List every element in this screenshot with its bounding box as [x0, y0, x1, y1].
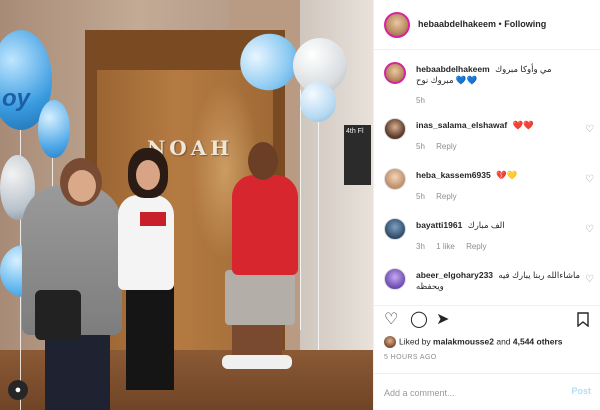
likes-others-count[interactable]: 4,544 others [513, 336, 563, 346]
add-comment-input[interactable] [384, 385, 554, 401]
comment-time[interactable]: 3h [416, 242, 425, 251]
author-avatar[interactable] [384, 12, 410, 38]
comment-meta: 5h Reply [416, 142, 466, 151]
like-comment-heart-icon[interactable]: ♡ [585, 174, 594, 185]
room-sign: 4th Fl [344, 125, 371, 185]
comment-username[interactable]: abeer_elgohary233 [416, 270, 493, 280]
person-3-head [248, 142, 278, 180]
balloon-string [318, 120, 319, 350]
person-2-face [136, 160, 160, 190]
person-3-shoes [222, 355, 292, 369]
liker-username[interactable]: malakmousse2 [433, 336, 494, 346]
reply-button[interactable]: Reply [436, 142, 456, 151]
comment-body: الف مبارك [467, 220, 505, 230]
tagged-user-icon[interactable]: ● [8, 380, 28, 400]
caption-text: hebaabdelhakeem مي وأوكا مبروك مبروك نوح… [416, 64, 586, 86]
comment-like-count[interactable]: 1 like [436, 242, 455, 251]
comment-time[interactable]: 5h [416, 142, 425, 151]
person-2-body [118, 195, 174, 290]
comment-meta: 5h Reply [416, 192, 466, 201]
caption-line-1: مي وأوكا مبروك [495, 64, 552, 74]
comment-item: heba_kassem6935 💔💛 ♡ 5h Reply [384, 168, 594, 204]
action-bar: ♡ ◯ ➤ [374, 305, 600, 335]
post-side-panel: hebaabdelhakeem • Following hebaabdelhak… [373, 0, 600, 410]
heart-outline-icon[interactable]: ♡ [384, 312, 398, 328]
post-header: hebaabdelhakeem • Following [374, 0, 600, 50]
bookmark-icon[interactable] [577, 312, 589, 331]
like-comment-heart-icon[interactable]: ♡ [585, 124, 594, 135]
caption-meta: 5h [416, 96, 434, 105]
balloon-string [300, 90, 301, 330]
author-username[interactable]: hebaabdelhakeem [418, 19, 496, 29]
following-button[interactable]: Following [504, 19, 546, 29]
light-blue-balloon [300, 82, 336, 122]
blue-balloon [38, 100, 70, 158]
comment-meta: 3h 1 like Reply [416, 242, 496, 251]
like-comment-heart-icon[interactable]: ♡ [585, 224, 594, 235]
blue-hearts-emoji: 💙💙 [455, 75, 478, 85]
caption-username[interactable]: hebaabdelhakeem [416, 64, 490, 74]
post-timestamp[interactable]: 5 HOURS AGO [384, 354, 437, 361]
comment-username[interactable]: heba_kassem6935 [416, 170, 491, 180]
commenter-avatar[interactable] [384, 168, 406, 190]
likes-middle: and [493, 336, 513, 347]
likes-prefix: Liked by [399, 336, 434, 347]
header-separator: • [496, 19, 505, 29]
comment-item: abeer_elgohary233 ماشاءالله ربنا يبارك ف… [384, 268, 594, 300]
caption-line-2: مبروك نوح [416, 75, 454, 85]
commenter-avatar[interactable] [384, 268, 406, 290]
comment-text: inas_salama_elshawaf ❤️❤️ [416, 120, 586, 131]
likes-summary: Liked by malakmousse2 and 4,544 others [384, 336, 594, 348]
comment-time[interactable]: 5h [416, 192, 425, 201]
caption-avatar[interactable] [384, 62, 406, 84]
shirt-logo [140, 212, 166, 226]
comment-item: bayatti1961 الف مبارك ♡ 3h 1 like Reply [384, 218, 594, 254]
post-comment-button[interactable]: Post [571, 386, 591, 396]
commenter-avatar[interactable] [384, 218, 406, 240]
comment-text: abeer_elgohary233 ماشاءالله ربنا يبارك ف… [416, 270, 586, 292]
post-photo[interactable]: NOAH 4th Fl oy ● [0, 0, 373, 410]
comment-username[interactable]: inas_salama_elshawaf [416, 120, 507, 130]
commenter-avatar[interactable] [384, 118, 406, 140]
comment-item: inas_salama_elshawaf ❤️❤️ ♡ 5h Reply [384, 118, 594, 154]
author-line: hebaabdelhakeem • Following [418, 19, 546, 29]
liker-avatar[interactable] [384, 336, 396, 348]
add-comment-bar: Post [374, 373, 600, 410]
comment-bubble-icon[interactable]: ◯ [410, 312, 428, 328]
caption-time[interactable]: 5h [416, 96, 425, 105]
person-3-hoodie [232, 175, 298, 275]
comment-text: heba_kassem6935 💔💛 [416, 170, 586, 181]
caption: hebaabdelhakeem مي وأوكا مبروك مبروك نوح… [384, 62, 594, 105]
comment-emoji: ❤️❤️ [512, 120, 534, 130]
person-2-legs [126, 285, 174, 390]
reply-button[interactable]: Reply [436, 192, 456, 201]
comment-text: bayatti1961 الف مبارك [416, 220, 586, 231]
comment-emoji: 💔💛 [496, 170, 518, 180]
comment-username[interactable]: bayatti1961 [416, 220, 462, 230]
paper-plane-icon[interactable]: ➤ [436, 312, 449, 328]
balloon-text: oy [2, 85, 31, 112]
handbag [35, 290, 81, 340]
person-3-shorts [225, 270, 295, 325]
like-comment-heart-icon[interactable]: ♡ [585, 274, 594, 285]
person-1-face [68, 170, 96, 202]
reply-button[interactable]: Reply [466, 242, 486, 251]
